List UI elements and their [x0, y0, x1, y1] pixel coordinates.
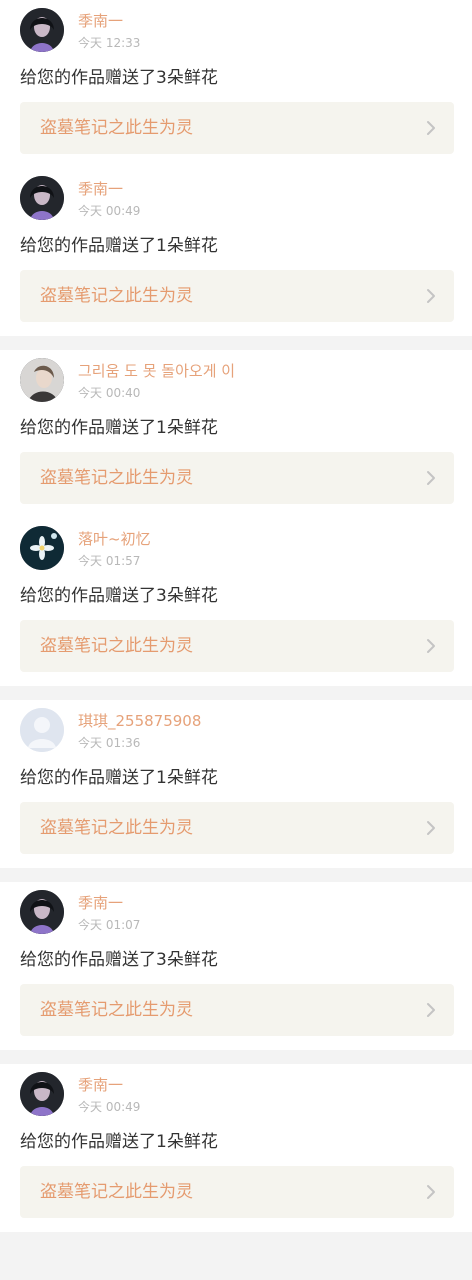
work-title: 盗墓笔记之此生为灵 [40, 636, 193, 656]
work-card[interactable]: 盗墓笔记之此生为灵 [20, 1166, 454, 1218]
timestamp: 今天 00:49 [78, 1100, 141, 1114]
default-user-avatar-image [20, 708, 64, 752]
flower-avatar-image [20, 526, 64, 570]
chevron-right-icon [424, 1184, 438, 1200]
work-title: 盗墓笔记之此生为灵 [40, 1182, 193, 1202]
work-card[interactable]: 盗墓笔记之此生为灵 [20, 802, 454, 854]
gift-notification-item: 落叶~初忆 今天 01:57 给您的作品赠送了3朵鲜花 盗墓笔记之此生为灵 [0, 518, 472, 686]
gift-notification-feed: 季南一 今天 12:33 给您的作品赠送了3朵鲜花 盗墓笔记之此生为灵 季南一 … [0, 0, 472, 1232]
light-portrait-avatar-image [20, 358, 64, 402]
item-header: 季南一 今天 00:49 [0, 1064, 472, 1122]
notification-group: 琪琪_255875908 今天 01:36 给您的作品赠送了1朵鲜花 盗墓笔记之… [0, 700, 472, 868]
gift-message: 给您的作品赠送了3朵鲜花 [20, 950, 218, 970]
username-link[interactable]: 季南一 [78, 1074, 123, 1095]
timestamp: 今天 01:36 [78, 736, 141, 750]
username-link[interactable]: 落叶~初忆 [78, 528, 151, 549]
username-link[interactable]: 季南一 [78, 892, 123, 913]
user-avatar[interactable] [20, 176, 64, 220]
notification-group: 季南一 今天 01:07 给您的作品赠送了3朵鲜花 盗墓笔记之此生为灵 [0, 882, 472, 1050]
gift-notification-item: 그리움 도 못 돌아오게 이 今天 00:40 给您的作品赠送了1朵鲜花 盗墓笔… [0, 350, 472, 518]
user-avatar[interactable] [20, 708, 64, 752]
dark-portrait-avatar-image [20, 890, 64, 934]
notification-group: 季南一 今天 12:33 给您的作品赠送了3朵鲜花 盗墓笔记之此生为灵 季南一 … [0, 0, 472, 336]
username-link[interactable]: 季南一 [78, 178, 123, 199]
item-header: 季南一 今天 12:33 [0, 0, 472, 58]
chevron-right-icon [424, 470, 438, 486]
gift-message: 给您的作品赠送了3朵鲜花 [20, 68, 218, 88]
work-title: 盗墓笔记之此生为灵 [40, 286, 193, 306]
chevron-right-icon [424, 120, 438, 136]
gift-message: 给您的作品赠送了3朵鲜花 [20, 586, 218, 606]
gift-message: 给您的作品赠送了1朵鲜花 [20, 768, 218, 788]
gift-message: 给您的作品赠送了1朵鲜花 [20, 236, 218, 256]
user-avatar[interactable] [20, 526, 64, 570]
timestamp: 今天 01:07 [78, 918, 141, 932]
work-title: 盗墓笔记之此生为灵 [40, 818, 193, 838]
work-card[interactable]: 盗墓笔记之此生为灵 [20, 270, 454, 322]
gift-notification-item: 琪琪_255875908 今天 01:36 给您的作品赠送了1朵鲜花 盗墓笔记之… [0, 700, 472, 868]
section-divider [0, 1050, 472, 1064]
chevron-right-icon [424, 1002, 438, 1018]
username-link[interactable]: 그리움 도 못 돌아오게 이 [78, 360, 235, 381]
gift-notification-item: 季南一 今天 00:49 给您的作品赠送了1朵鲜花 盗墓笔记之此生为灵 [0, 1064, 472, 1232]
dark-portrait-avatar-image [20, 1072, 64, 1116]
work-title: 盗墓笔记之此生为灵 [40, 1000, 193, 1020]
user-avatar[interactable] [20, 8, 64, 52]
section-divider [0, 686, 472, 700]
item-header: 季南一 今天 00:49 [0, 168, 472, 226]
timestamp: 今天 00:49 [78, 204, 141, 218]
dark-portrait-avatar-image [20, 8, 64, 52]
section-divider [0, 336, 472, 350]
user-avatar[interactable] [20, 890, 64, 934]
username-link[interactable]: 琪琪_255875908 [78, 710, 201, 731]
work-title: 盗墓笔记之此生为灵 [40, 468, 193, 488]
timestamp: 今天 01:57 [78, 554, 141, 568]
username-link[interactable]: 季南一 [78, 10, 123, 31]
item-header: 그리움 도 못 돌아오게 이 今天 00:40 [0, 350, 472, 408]
item-header: 落叶~初忆 今天 01:57 [0, 518, 472, 576]
gift-message: 给您的作品赠送了1朵鲜花 [20, 418, 218, 438]
gift-notification-item: 季南一 今天 00:49 给您的作品赠送了1朵鲜花 盗墓笔记之此生为灵 [0, 168, 472, 336]
item-header: 季南一 今天 01:07 [0, 882, 472, 940]
chevron-right-icon [424, 288, 438, 304]
dark-portrait-avatar-image [20, 176, 64, 220]
item-header: 琪琪_255875908 今天 01:36 [0, 700, 472, 758]
timestamp: 今天 00:40 [78, 386, 141, 400]
work-card[interactable]: 盗墓笔记之此生为灵 [20, 620, 454, 672]
work-card[interactable]: 盗墓笔记之此生为灵 [20, 102, 454, 154]
notification-group: 季南一 今天 00:49 给您的作品赠送了1朵鲜花 盗墓笔记之此生为灵 [0, 1064, 472, 1232]
user-avatar[interactable] [20, 358, 64, 402]
notification-group: 그리움 도 못 돌아오게 이 今天 00:40 给您的作品赠送了1朵鲜花 盗墓笔… [0, 350, 472, 686]
gift-notification-item: 季南一 今天 01:07 给您的作品赠送了3朵鲜花 盗墓笔记之此生为灵 [0, 882, 472, 1050]
gift-notification-item: 季南一 今天 12:33 给您的作品赠送了3朵鲜花 盗墓笔记之此生为灵 [0, 0, 472, 168]
work-title: 盗墓笔记之此生为灵 [40, 118, 193, 138]
work-card[interactable]: 盗墓笔记之此生为灵 [20, 452, 454, 504]
gift-message: 给您的作品赠送了1朵鲜花 [20, 1132, 218, 1152]
section-divider [0, 868, 472, 882]
timestamp: 今天 12:33 [78, 36, 141, 50]
work-card[interactable]: 盗墓笔记之此生为灵 [20, 984, 454, 1036]
chevron-right-icon [424, 638, 438, 654]
user-avatar[interactable] [20, 1072, 64, 1116]
chevron-right-icon [424, 820, 438, 836]
